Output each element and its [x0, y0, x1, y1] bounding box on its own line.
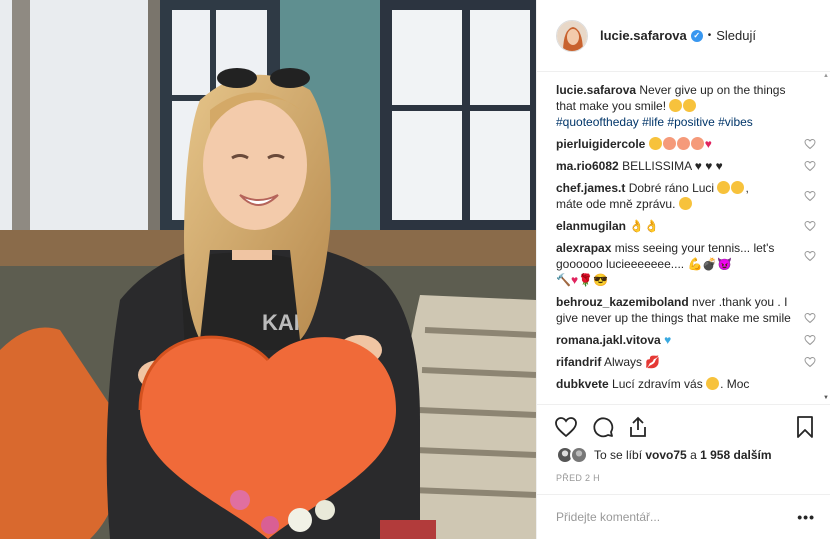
comment-text-continued: . Moc	[720, 377, 750, 391]
red-heart-icon: ♥	[704, 137, 712, 151]
comment-username[interactable]: elanmugilan	[556, 219, 626, 233]
like-comment-heart-icon[interactable]	[804, 138, 816, 150]
comments-list[interactable]: lucie.safarova Never give up on the thin…	[537, 73, 830, 403]
like-comment-heart-icon[interactable]	[804, 334, 816, 346]
comment-row: romana.jakl.vitova ♥	[556, 332, 816, 348]
like-comment-heart-icon[interactable]	[804, 356, 816, 368]
kiss-emoji-icon	[690, 137, 704, 150]
comment-username[interactable]: behrouz_kazemiboland	[556, 295, 689, 309]
comment-bubble-icon[interactable]	[591, 415, 615, 439]
comment-username[interactable]: ma.rio6082	[556, 159, 619, 173]
kiss-emoji-icon	[676, 137, 690, 150]
add-comment-bar: •••	[537, 494, 830, 539]
like-heart-icon[interactable]	[554, 415, 578, 439]
avatar-image	[557, 20, 587, 51]
caption-username[interactable]: lucie.safarova	[556, 83, 636, 97]
follow-status-button[interactable]: Sledují	[716, 28, 756, 43]
like-comment-heart-icon[interactable]	[804, 190, 816, 202]
smile-emoji-icon	[669, 99, 683, 112]
caption: lucie.safarova Never give up on the thin…	[556, 82, 796, 130]
author-username[interactable]: lucie.safarova	[600, 28, 687, 43]
smile-emoji-icon	[678, 197, 692, 210]
smile-emoji-icon	[706, 377, 720, 390]
comment-username[interactable]: romana.jakl.vitova	[556, 333, 661, 347]
post-photo[interactable]: KAI	[0, 0, 536, 539]
scroll-up-arrow-icon[interactable]: ▲	[823, 73, 829, 79]
more-options-icon[interactable]: •••	[797, 509, 815, 525]
comment-row: elanmugilan 👌👌	[556, 218, 816, 234]
likes-summary: To se líbí vovo75 a 1 958 dalším	[556, 444, 772, 466]
comment-username[interactable]: chef.james.t	[556, 181, 625, 195]
share-icon[interactable]	[626, 415, 650, 439]
comment-username[interactable]: pierluigidercole	[556, 137, 645, 151]
comment-row: alexrapax miss seeing your tennis... let…	[556, 240, 816, 288]
separator-dot: •	[707, 30, 712, 41]
like-comment-heart-icon[interactable]	[804, 312, 816, 324]
author-avatar[interactable]	[556, 19, 588, 52]
like-comment-heart-icon[interactable]	[804, 160, 816, 172]
svg-text:KAI: KAI	[262, 310, 300, 335]
blush-emoji-icon	[648, 137, 662, 150]
comment-row: dubkvete Lucí zdravím vás . Moc	[556, 376, 796, 392]
comment-text: Always	[604, 355, 643, 369]
smile-emoji-icon	[731, 181, 745, 194]
comment-text: Lucí zdravím vás	[612, 377, 703, 391]
caption-hashtags[interactable]: #quoteoftheday #life #positive #vibes	[556, 115, 753, 129]
comment-row: behrouz_kazemiboland nver .thank you . I…	[556, 294, 816, 326]
comment-text-continued: máte ode mně zprávu.	[556, 197, 676, 211]
heart-emoji-icon: 💋	[645, 355, 661, 369]
likes-conjunction: a	[690, 448, 697, 462]
kiss-emoji-icon	[662, 137, 676, 150]
like-comment-heart-icon[interactable]	[804, 220, 816, 232]
like-comment-heart-icon[interactable]	[804, 250, 816, 262]
comment-text: BELLISSIMA ♥ ♥ ♥	[622, 159, 723, 173]
scroll-down-arrow-icon[interactable]: ▼	[823, 395, 829, 401]
post-side-panel: lucie.safarova ✓ • Sledují lucie.safarov…	[536, 0, 830, 539]
likes-user[interactable]: vovo75	[645, 448, 686, 462]
liker-avatar[interactable]	[570, 446, 588, 464]
comment-row: pierluigidercole ♥	[556, 136, 816, 152]
comment-username[interactable]: rifandrif	[556, 355, 601, 369]
smile-emoji-icon	[717, 181, 731, 194]
photo-illustration: KAI	[0, 0, 536, 539]
comment-text: Dobré ráno Luci	[628, 181, 715, 195]
post-header: lucie.safarova ✓ • Sledují	[537, 0, 830, 72]
comment-username[interactable]: dubkvete	[556, 377, 609, 391]
comment-row: chef.james.t Dobré ráno Luci , máte ode …	[556, 180, 816, 212]
likes-count[interactable]: 1 958	[700, 448, 730, 462]
add-comment-input[interactable]	[556, 507, 786, 527]
comment-username[interactable]: alexrapax	[556, 241, 611, 255]
post-timestamp[interactable]: PŘED 2 H	[556, 473, 600, 483]
upside-down-emoji-icon	[683, 99, 697, 112]
likes-suffix[interactable]: dalším	[733, 448, 771, 462]
likes-prefix: To se líbí	[594, 448, 643, 462]
verified-badge-icon: ✓	[690, 29, 703, 42]
comment-row: ma.rio6082 BELLISSIMA ♥ ♥ ♥	[556, 158, 816, 174]
comments-scrollbar[interactable]: ▲ ▼	[822, 73, 830, 403]
post-actions-bar	[537, 404, 830, 448]
comment-text: 👌👌	[629, 219, 660, 233]
bookmark-icon[interactable]	[793, 415, 817, 439]
blue-heart-icon: ♥	[664, 333, 672, 347]
comment-row: rifandrif Always 💋	[556, 354, 816, 370]
likes-text[interactable]: To se líbí vovo75 a 1 958 dalším	[594, 448, 772, 462]
